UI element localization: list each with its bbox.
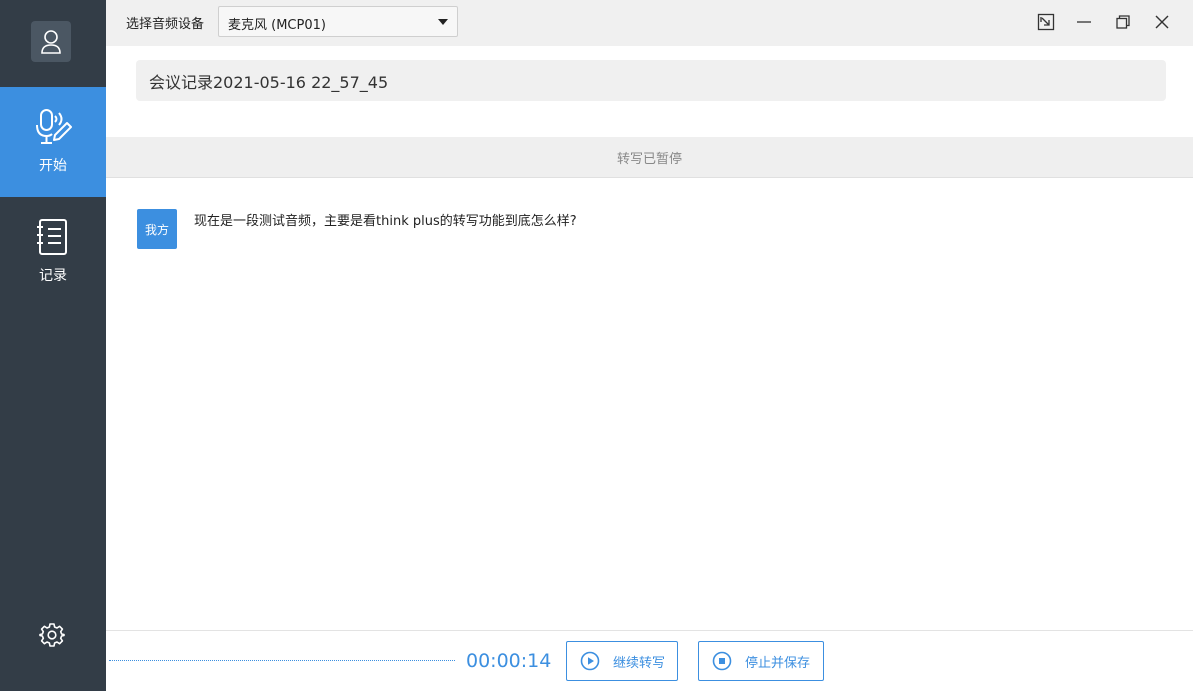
minimize-button[interactable] (1073, 11, 1095, 33)
play-icon (580, 651, 600, 671)
footer-divider (106, 630, 1193, 631)
close-icon (1155, 15, 1169, 29)
avatar-button[interactable] (31, 21, 71, 62)
chevron-down-icon (438, 19, 448, 25)
restore-icon (1116, 15, 1130, 29)
stop-and-save-button[interactable]: 停止并保存 (698, 641, 824, 681)
microphone-pen-icon (33, 107, 73, 147)
continue-transcription-button[interactable]: 继续转写 (566, 641, 678, 681)
sidebar-item-start[interactable]: 开始 (0, 87, 106, 197)
notebook-icon (33, 217, 73, 257)
settings-button[interactable] (38, 621, 66, 649)
status-text: 转写已暂停 (616, 151, 682, 167)
stop-and-save-label: 停止并保存 (745, 655, 811, 671)
pin-window-button[interactable] (1035, 11, 1057, 33)
transcript-entry: 我方 现在是一段测试音频，主要是看think plus的转写功能到底怎么样? (137, 209, 1167, 249)
gear-icon (39, 623, 65, 647)
top-bar: 选择音频设备 麦克风 (MCP01) (106, 0, 1193, 46)
sidebar-item-label: 开始 (39, 158, 67, 174)
stop-icon (712, 651, 732, 671)
continue-transcription-label: 继续转写 (613, 655, 666, 671)
device-label: 选择音频设备 (126, 17, 205, 32)
sidebar-item-records[interactable]: 记录 (0, 197, 106, 307)
close-button[interactable] (1151, 11, 1173, 33)
transcript-text[interactable]: 现在是一段测试音频，主要是看think plus的转写功能到底怎么样? (194, 210, 577, 229)
meeting-title-input[interactable] (136, 60, 1166, 101)
user-icon (41, 29, 61, 54)
sidebar-item-label: 记录 (39, 268, 67, 284)
restore-button[interactable] (1112, 11, 1134, 33)
recording-timer: 00:00:14 (466, 650, 552, 672)
transcription-status-bar: 转写已暂停 (106, 137, 1193, 178)
device-select-value: 麦克风 (MCP01) (228, 18, 326, 33)
sidebar: 开始 记录 (0, 0, 106, 691)
audio-device-select[interactable]: 麦克风 (MCP01) (218, 6, 458, 37)
pin-window-icon (1037, 13, 1055, 31)
speaker-badge: 我方 (137, 209, 177, 249)
minimize-icon (1077, 21, 1091, 23)
audio-waveform-line (109, 660, 455, 661)
